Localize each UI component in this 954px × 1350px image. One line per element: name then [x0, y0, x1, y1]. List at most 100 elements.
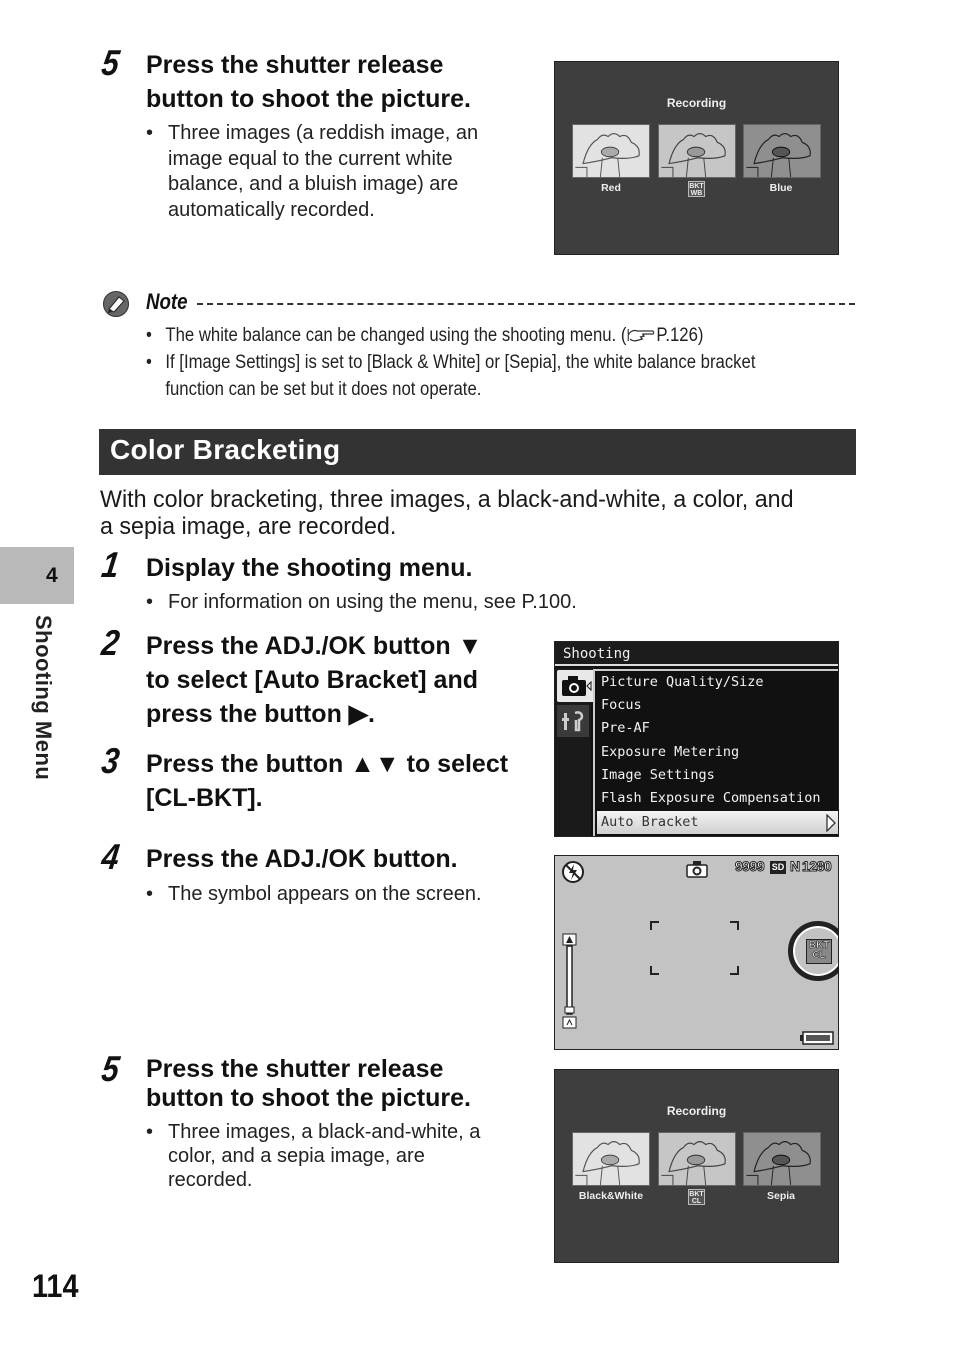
note-title: Note: [146, 289, 188, 314]
bullet-line: Three images (a reddish image, an: [168, 122, 479, 144]
note-bullet: The white balance can be changed using t…: [146, 322, 815, 349]
intro-line: a sepia image, are recorded.: [100, 512, 397, 540]
flower-image-icon: [575, 1141, 640, 1185]
zoom-bar: [562, 933, 577, 1029]
bullet-line: recorded.: [168, 1169, 253, 1191]
pointing-hand-icon: [626, 324, 656, 342]
bullet-line: image equal to the current white: [168, 147, 453, 170]
image-quality: N: [789, 858, 801, 875]
note-pencil-icon: [103, 291, 129, 317]
step-title: Display the shooting menu.: [146, 554, 473, 582]
menu-item-pre-af[interactable]: Pre-AF: [601, 717, 650, 740]
flower-image-icon: [575, 133, 640, 177]
thumbnail-sepia: [743, 1132, 821, 1186]
chapter-number: 4: [46, 564, 58, 587]
intro-line: With color bracketing, three images, a b…: [100, 486, 794, 513]
camera-mode-icon: [686, 861, 708, 878]
recording-screen-cl: Recording Black&White BKT CL Sepia: [554, 1069, 839, 1263]
flower-image-icon: [746, 133, 811, 177]
note-text: The white balance can be changed using t…: [165, 325, 627, 346]
thumbnail-color: [658, 1132, 736, 1186]
step-title-line: Press the ADJ./OK button ▼: [146, 632, 483, 660]
menu-item-exposure-metering[interactable]: Exposure Metering: [601, 741, 739, 764]
step-title: Press the ADJ./OK button.: [146, 845, 458, 873]
chapter-title-text: Shooting Menu: [31, 615, 56, 781]
step-title-line: press the button ▶.: [146, 700, 375, 728]
menu-item-picture-quality[interactable]: Picture Quality/Size: [601, 671, 764, 694]
menu-list: Picture Quality/Size Focus Pre-AF Exposu…: [593, 669, 838, 836]
shots-remaining: 9999: [734, 858, 765, 875]
bullet-line: Three images, a black-and-white, a: [168, 1121, 481, 1143]
step-number: 3: [99, 740, 122, 781]
bullet-line: balance, and a bluish image) are: [168, 173, 459, 195]
flower-image-icon: [746, 1141, 811, 1185]
bkt-wb-icon: BKT WB: [688, 181, 705, 197]
bullet-line: automatically recorded.: [168, 198, 375, 221]
step-title: Press the shutter release button to shoo…: [146, 48, 471, 116]
flower-image-icon: [661, 133, 726, 177]
menu-item-flash-exposure[interactable]: Flash Exposure Compensation: [601, 787, 820, 810]
note-page-ref: P.126): [656, 325, 704, 346]
flash-off-icon: [562, 861, 584, 883]
wrench-icon: [562, 711, 584, 732]
thumbnail-label: Black&White: [578, 1190, 644, 1202]
recording-title: Recording: [666, 1104, 727, 1118]
step-bullet: Three images, a black-and-white, a color…: [146, 1120, 536, 1192]
step-title-line: Press the shutter release: [146, 1055, 444, 1083]
recording-screen-wb: Recording Red BKT WB Blue: [554, 61, 839, 255]
menu-item-label: Auto Bracket: [601, 814, 699, 830]
step-bullet: The symbol appears on the screen.: [146, 882, 546, 908]
live-view-screen: 9999 SD N 1280 BKT CL: [554, 855, 839, 1050]
shooting-menu-screen: Shooting Picture Quality/Size Focus Pre-…: [554, 641, 839, 837]
step-number: 5: [99, 1048, 122, 1089]
af-frame-corner: [730, 966, 739, 975]
step-title-line: [CL-BKT].: [146, 784, 263, 812]
step-number: 2: [99, 622, 122, 663]
note-bullet: If [Image Settings] is set to [Black & W…: [146, 349, 824, 403]
thumbnail-black-white: [572, 1132, 650, 1186]
note-text: If [Image Settings] is set to [Black & W…: [165, 352, 756, 373]
step-title-line: button to shoot the picture.: [146, 1084, 471, 1112]
step-bullet: For information on using the menu, see P…: [146, 590, 666, 616]
chapter-title: Shooting Menu: [30, 615, 82, 805]
sd-card-icon: SD: [770, 861, 786, 874]
step-number: 1: [99, 544, 122, 585]
step-title-line: to select [Auto Bracket] and: [146, 666, 479, 694]
note-divider: [197, 303, 855, 305]
thumbnail-normal: [658, 124, 736, 178]
section-intro: With color bracketing, three images, a b…: [100, 486, 837, 540]
af-frame-corner: [650, 921, 659, 930]
thumbnail-label: Blue: [769, 182, 793, 194]
step-title-line: Press the shutter release: [146, 51, 444, 79]
step-title: Press the ADJ./OK button ▼ to select [Au…: [146, 629, 482, 731]
note-text: function can be set but it does not oper…: [165, 379, 482, 400]
step-bullet: Three images (a reddish image, an image …: [146, 121, 536, 223]
step-number: 4: [99, 836, 122, 877]
recording-title: Recording: [666, 96, 727, 110]
badge-text: BKT: [689, 183, 704, 190]
thumbnail-label: Sepia: [766, 1190, 795, 1202]
battery-icon: [800, 1031, 834, 1045]
af-frame-corner: [650, 966, 659, 975]
menu-header: Shooting: [555, 642, 838, 666]
menu-item-auto-bracket[interactable]: Auto Bracket: [597, 811, 838, 834]
bullet-line: color, and a sepia image, are: [168, 1145, 425, 1167]
thumbnail-label: Red: [601, 182, 621, 194]
menu-tab-shooting[interactable]: [557, 670, 593, 702]
badge-text: CL: [691, 1198, 702, 1205]
bkt-cl-icon: BKT CL: [688, 1189, 705, 1205]
badge-text: BKT: [689, 1191, 704, 1198]
flower-image-icon: [661, 1141, 726, 1185]
menu-tab-setup[interactable]: [557, 705, 589, 737]
image-size: 1280: [801, 858, 832, 875]
menu-item-focus[interactable]: Focus: [601, 694, 642, 717]
step-title-line: Press the button ▲▼ to select: [146, 750, 509, 778]
camera-icon: [562, 676, 592, 696]
chapter-tab: [0, 547, 74, 604]
af-frame-corner: [730, 921, 739, 930]
step-title-line: button to shoot the picture.: [146, 85, 471, 113]
menu-item-image-settings[interactable]: Image Settings: [601, 764, 715, 787]
thumbnail-blue: [743, 124, 821, 178]
chevron-right-icon: [826, 814, 836, 832]
page-number: 114: [32, 1268, 79, 1304]
